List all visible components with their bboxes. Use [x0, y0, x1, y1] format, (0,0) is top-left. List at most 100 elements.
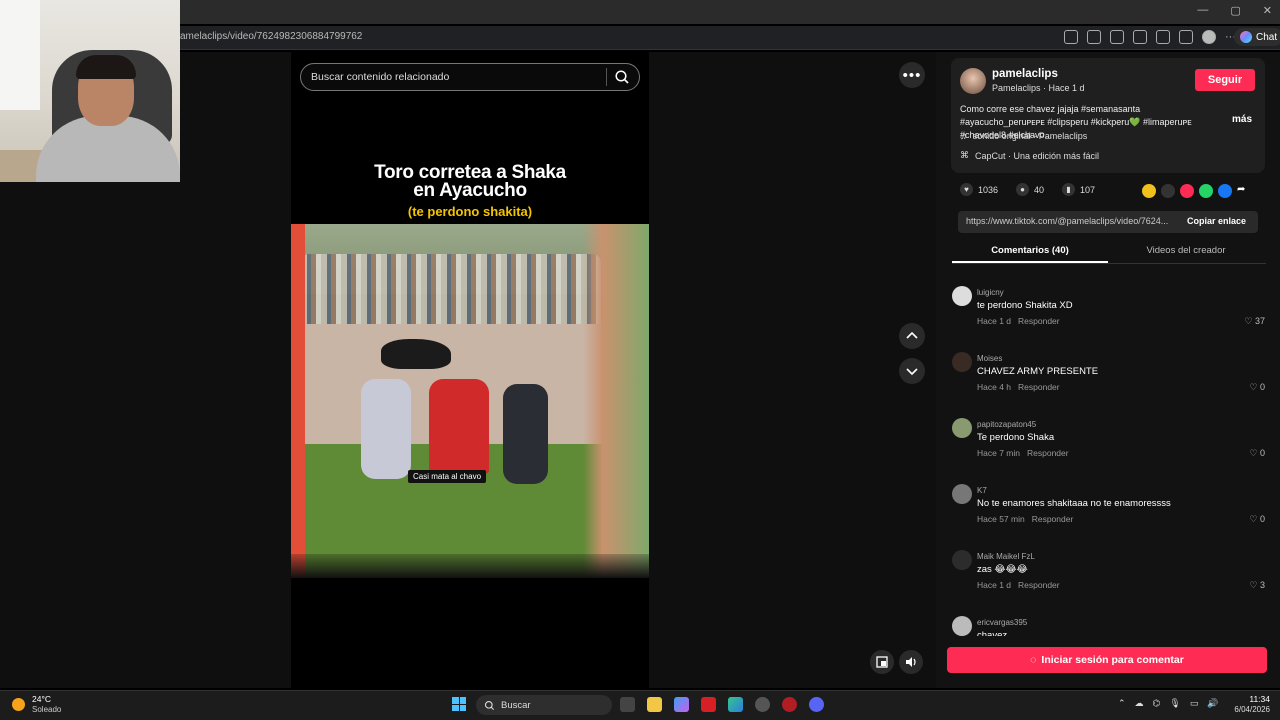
like-stat[interactable]: ♥ 1036 — [960, 183, 998, 196]
save-stat[interactable]: ▮ 107 — [1062, 183, 1095, 196]
comment-list[interactable]: luigicny te perdono Shakita XD Hace 1 d R… — [950, 284, 1268, 636]
close-icon[interactable]: ✕ — [1263, 4, 1272, 17]
tray-chevron-icon[interactable]: ⌃ — [1118, 698, 1126, 709]
video-title-overlay: Toro corretea a Shaka en Ayacucho — [291, 163, 649, 200]
windows-start-icon[interactable] — [452, 697, 466, 711]
copilot-app-icon[interactable] — [674, 697, 689, 712]
reply-button[interactable]: Responder — [1018, 316, 1060, 326]
facebook-icon[interactable] — [1218, 184, 1232, 198]
collections-icon[interactable] — [1179, 30, 1193, 44]
comment-like[interactable]: ♡ 3 — [1249, 580, 1265, 591]
mic-icon[interactable]: 🎙 — [1169, 698, 1180, 709]
volume-tray-icon[interactable]: 🔊 — [1207, 698, 1218, 709]
search-icon[interactable] — [614, 69, 630, 85]
search-icon — [484, 700, 495, 710]
commenter-name[interactable]: papitozapaton45 — [977, 420, 1036, 429]
taskbar-search[interactable]: Buscar — [476, 695, 612, 715]
onedrive-icon[interactable]: ☁ — [1135, 698, 1144, 709]
scene-phone-edge — [291, 224, 305, 578]
commenter-avatar[interactable] — [952, 484, 972, 504]
clock-date[interactable]: 6/04/2026 — [1232, 705, 1270, 714]
taskbar-search-label: Buscar — [501, 699, 531, 711]
coin-icon[interactable] — [1142, 184, 1156, 198]
chevron-down-icon — [906, 368, 918, 376]
search-input[interactable]: Buscar contenido relacionado — [311, 71, 449, 83]
refresh-icon[interactable] — [1133, 30, 1147, 44]
commenter-name[interactable]: K7 — [977, 486, 987, 495]
commenter-avatar[interactable] — [952, 418, 972, 438]
creator-username[interactable]: pamelaclips — [992, 68, 1058, 80]
embed-icon[interactable] — [1161, 184, 1175, 198]
follow-button[interactable]: Seguir — [1195, 69, 1255, 91]
clock-time[interactable]: 11:34 — [1248, 694, 1270, 704]
commenter-avatar[interactable] — [952, 352, 972, 372]
reply-button[interactable]: Responder — [1027, 448, 1069, 458]
webcam-person-hair — [76, 55, 136, 79]
settings-icon[interactable] — [755, 697, 770, 712]
creator-avatar[interactable] — [960, 68, 986, 94]
copy-link-button[interactable]: Copiar enlace — [1187, 216, 1246, 226]
sun-icon[interactable] — [12, 698, 25, 711]
comment-count: 40 — [1034, 184, 1045, 195]
profile-avatar[interactable] — [1202, 30, 1216, 44]
extensions-icon[interactable] — [1156, 30, 1170, 44]
pip-icon — [876, 656, 888, 668]
sound-name[interactable]: sonido original - Pamelaclips — [973, 131, 1088, 141]
next-video-button[interactable] — [899, 358, 925, 384]
minimize-icon[interactable]: — — [1197, 4, 1208, 17]
video-frame[interactable]: Casi mata al chavo — [291, 224, 649, 578]
obs-icon[interactable] — [782, 697, 797, 712]
wps-icon[interactable] — [701, 697, 716, 712]
network-icon[interactable]: ⌬ — [1153, 698, 1161, 709]
favorite-star-icon[interactable] — [1110, 30, 1124, 44]
creator-subline: Pamelaclips · Hace 1 d — [992, 83, 1085, 93]
maximize-icon[interactable]: ▢ — [1230, 4, 1240, 17]
reply-button[interactable]: Responder — [1018, 580, 1060, 590]
comment-like[interactable]: ♡ 0 — [1249, 448, 1265, 459]
copilot-icon — [1240, 31, 1252, 43]
tab-creator-videos[interactable]: Videos del creador — [1108, 245, 1264, 256]
more-options-button[interactable]: ••• — [899, 62, 925, 88]
comment-like[interactable]: ♡ 0 — [1249, 382, 1265, 393]
login-to-comment-button[interactable]: ◌ Iniciar sesión para comentar — [947, 647, 1267, 673]
file-explorer-icon[interactable] — [647, 697, 662, 712]
sound-row[interactable]: ♫ sonido original - Pamelaclips — [960, 131, 1087, 141]
send-icon[interactable] — [1180, 184, 1194, 198]
whatsapp-icon[interactable] — [1199, 184, 1213, 198]
share-arrow-icon[interactable]: ➦ — [1237, 184, 1251, 198]
weather-temp[interactable]: 24°C — [32, 694, 51, 704]
commenter-avatar[interactable] — [952, 550, 972, 570]
pip-button[interactable] — [870, 650, 894, 674]
comment-like[interactable]: ♡ 37 — [1244, 316, 1265, 327]
url-text[interactable]: amelaclips/video/7624982306884799762 — [180, 31, 362, 42]
reader-icon[interactable] — [1064, 30, 1078, 44]
copilot-chat-button[interactable]: Chat — [1234, 28, 1280, 46]
tab-comments[interactable]: Comentarios (40) — [952, 245, 1108, 256]
reply-button[interactable]: Responder — [1032, 514, 1074, 524]
discord-icon[interactable] — [809, 697, 824, 712]
description-more-link[interactable]: más — [1232, 114, 1252, 125]
previous-video-button[interactable] — [899, 323, 925, 349]
edge-icon[interactable] — [728, 697, 743, 712]
commenter-name[interactable]: Moises — [977, 354, 1002, 363]
comment-time: Hace 4 h — [977, 382, 1012, 392]
tab-divider — [952, 263, 1266, 264]
extension-icon[interactable] — [1087, 30, 1101, 44]
commenter-name[interactable]: Maik Maikel FzL — [977, 552, 1035, 561]
display-icon[interactable]: ▭ — [1190, 698, 1199, 709]
commenter-avatar[interactable] — [952, 286, 972, 306]
comment-like-count: 37 — [1254, 316, 1265, 326]
task-view-icon[interactable] — [620, 697, 635, 712]
capcut-row[interactable]: ⌘ CapCut · Una edición más fácil — [960, 150, 1099, 161]
comment-like[interactable]: ♡ 0 — [1249, 514, 1265, 525]
volume-icon — [906, 657, 916, 667]
comment-stat[interactable]: ● 40 — [1016, 183, 1044, 196]
capcut-label[interactable]: CapCut · Una edición más fácil — [975, 151, 1099, 161]
commenter-name[interactable]: luigicny — [977, 288, 1004, 297]
volume-button[interactable] — [899, 650, 923, 674]
share-link-text[interactable]: https://www.tiktok.com/@pamelaclips/vide… — [966, 216, 1176, 226]
commenter-avatar[interactable] — [952, 616, 972, 636]
video-caption: Casi mata al chavo — [408, 470, 487, 483]
reply-button[interactable]: Responder — [1018, 382, 1060, 392]
commenter-name[interactable]: ericvargas395 — [977, 618, 1027, 627]
